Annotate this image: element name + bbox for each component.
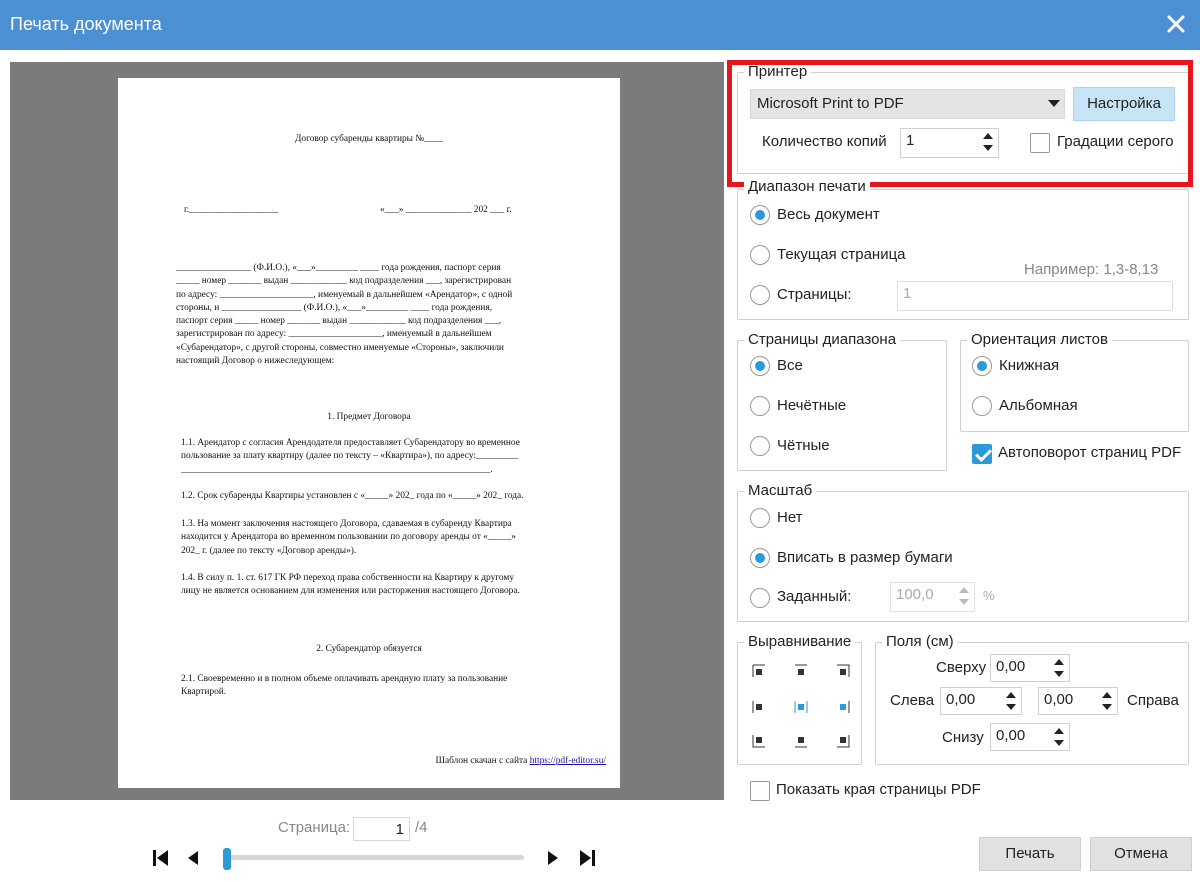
stepper-arrows-icon[interactable] [958,585,970,607]
autorotate-checkbox[interactable] [972,444,992,464]
page-slider-thumb[interactable] [223,848,231,870]
last-page-icon[interactable] [578,848,598,868]
next-page-icon[interactable] [546,848,562,868]
scale-custom-radio[interactable] [750,588,770,608]
range-pages-input[interactable]: 1 [897,281,1173,311]
scale-legend: Масштаб [744,482,817,500]
paragraph-1-4: 1.4. В силу п. 1. ст. 617 ГК РФ переход … [181,573,520,597]
range-current-label: Текущая страница [777,246,906,263]
scale-none-label: Нет [777,509,803,526]
align-top-left-icon[interactable] [752,664,766,678]
print-preview: Договор субаренды квартиры №____ г._____… [10,62,724,800]
paragraph-1-3: 1.3. На момент заключения настоящего Дог… [181,519,516,556]
autorotate-label: Автоповорот страниц PDF [998,444,1182,461]
section-1-title: 1. Предмет Договора [327,412,411,422]
cancel-button[interactable]: Отмена [1090,837,1192,871]
align-bottom-left-icon[interactable] [752,734,766,748]
margin-right-label: Справа [1127,692,1179,709]
align-middle-left-icon[interactable] [752,700,766,714]
scale-unit: % [983,588,995,603]
show-edges-checkbox[interactable] [750,781,770,801]
doc-intro: ________________ (Ф.И.О.), «___»________… [176,263,513,367]
scale-percent-stepper[interactable]: 100,0 [890,582,975,612]
margins-legend: Поля (см) [882,633,958,651]
align-bottom-center-icon[interactable] [794,734,808,748]
range-legend: Диапазон печати [744,178,870,196]
subset-odd-radio[interactable] [750,396,770,416]
align-top-center-icon[interactable] [794,664,808,678]
highlight-box [727,60,1193,187]
margin-bottom-value: 0,00 [996,727,1026,744]
stepper-arrows-icon[interactable] [1053,726,1065,748]
stepper-arrows-icon[interactable] [1101,690,1113,712]
margin-bottom-stepper[interactable]: 0,00 [990,723,1070,751]
doc-title: Договор субаренды квартиры №____ [295,134,443,144]
preview-page: Договор субаренды квартиры №____ г._____… [118,78,620,788]
margin-top-value: 0,00 [996,658,1026,675]
scale-fit-label: Вписать в размер бумаги [777,549,953,566]
scale-fit-radio[interactable] [750,548,770,568]
margin-top-stepper[interactable]: 0,00 [990,654,1070,682]
page-label: Страница: [278,819,351,836]
window-title: Печать документа [10,14,162,34]
margin-top-label: Сверху [936,659,987,676]
align-top-right-icon[interactable] [836,664,850,678]
stepper-arrows-icon[interactable] [1053,657,1065,679]
align-bottom-right-icon[interactable] [836,734,850,748]
paragraph-1-2: 1.2. Срок субаренды Квартиры установлен … [181,491,524,501]
footer-link[interactable]: https://pdf-editor.su/ [530,756,606,766]
range-current-radio[interactable] [750,245,770,265]
range-all-label: Весь документ [777,206,880,223]
scale-custom-label: Заданный: [777,588,852,605]
orientation-group: Ориентация листов [960,331,1189,432]
subset-all-radio[interactable] [750,356,770,376]
show-edges-label: Показать края страницы PDF [776,781,981,798]
page-number-input[interactable]: 1 [353,817,410,841]
doc-footer: Шаблон скачан с сайта https://pdf-editor… [435,756,606,766]
subset-legend: Страницы диапазона [744,331,901,349]
orientation-landscape-radio[interactable] [972,396,992,416]
orientation-portrait-radio[interactable] [972,356,992,376]
alignment-legend: Выравнивание [744,633,856,651]
scale-value: 100,0 [896,586,934,603]
paragraph-1-1: 1.1. Арендатор с согласия Арендодателя п… [181,438,520,475]
margin-bottom-label: Снизу [942,729,984,746]
range-all-radio[interactable] [750,205,770,225]
orientation-legend: Ориентация листов [967,331,1112,349]
page-slider-track[interactable] [224,855,524,860]
margin-left-label: Слева [890,692,935,709]
paragraph-2-1: 2.1. Своевременно и в полном объеме опла… [181,674,508,698]
margin-left-stepper[interactable]: 0,00 [940,687,1022,715]
doc-date: «___» ______________ 202 ___ г. [380,205,512,215]
align-middle-center-icon[interactable] [794,700,808,714]
margin-left-value: 0,00 [946,691,976,708]
close-icon[interactable] [1164,12,1188,36]
margin-right-stepper[interactable]: 0,00 [1038,687,1118,715]
subset-odd-label: Нечётные [777,397,847,414]
margin-right-value: 0,00 [1044,691,1074,708]
range-pages-radio[interactable] [750,285,770,305]
align-middle-right-icon[interactable] [836,700,850,714]
first-page-icon[interactable] [150,848,170,868]
page-total: /4 [415,819,428,836]
range-example: Например: 1,3-8,13 [1024,261,1159,278]
orientation-portrait-label: Книжная [999,357,1060,374]
subset-even-label: Чётные [777,437,830,454]
stepper-arrows-icon[interactable] [1005,690,1017,712]
print-button[interactable]: Печать [979,837,1081,871]
subset-even-radio[interactable] [750,436,770,456]
section-2-title: 2. Субарендатор обязуется [316,644,422,654]
range-pages-label: Страницы: [777,286,852,303]
prev-page-icon[interactable] [184,848,200,868]
subset-all-label: Все [777,357,803,374]
scale-none-radio[interactable] [750,508,770,528]
orientation-landscape-label: Альбомная [999,397,1078,414]
title-bar: Печать документа [0,0,1200,50]
